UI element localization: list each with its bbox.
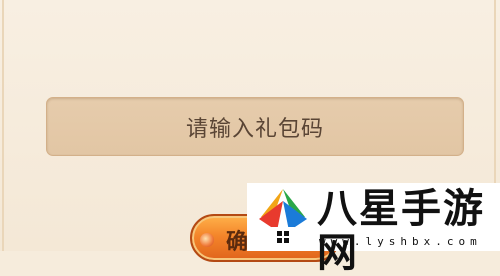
gift-code-placeholder: 请输入礼包码	[185, 116, 324, 142]
gift-code-input[interactable]: 请输入礼包码	[46, 97, 464, 156]
button-ornament-icon	[200, 233, 214, 247]
site-watermark: 八星手游网 www.lyshbx.com	[247, 183, 500, 275]
site-url: www.lyshbx.com	[319, 235, 482, 248]
gift-code-panel: 请输入礼包码 确 八星手游网 www.lyshbx.com	[0, 0, 500, 275]
site-logo-icon	[259, 189, 307, 247]
confirm-button-label: 确	[226, 230, 249, 255]
site-title: 八星手游网	[317, 186, 485, 276]
